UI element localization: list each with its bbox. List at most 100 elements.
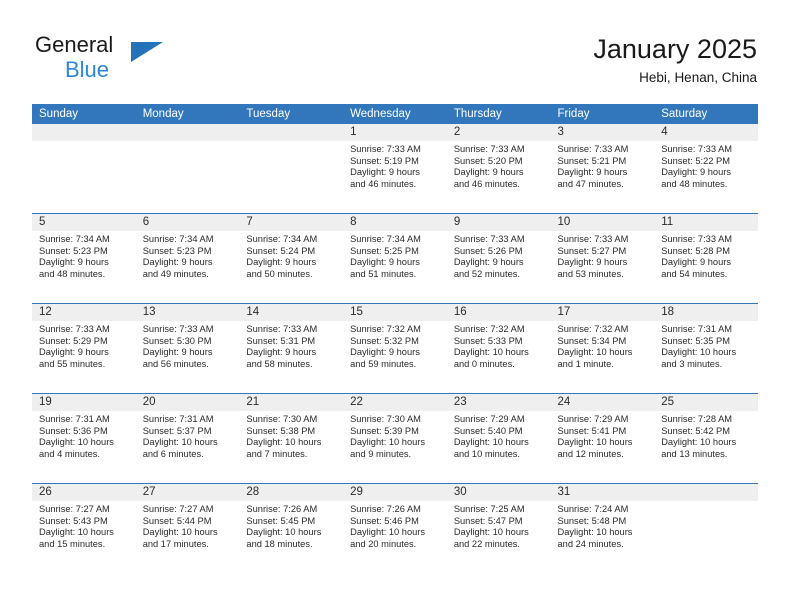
sunset-time: Sunset: 5:28 PM [661,245,730,256]
calendar-day-cell[interactable] [135,124,240,214]
daylight-minutes: and 9 minutes. [350,448,412,459]
calendar-day-cell[interactable]: 10 Sunrise: 7:33 AM Sunset: 5:27 PM Dayligh… [550,213,655,304]
day-sun-info: Sunrise: 7:33 AM Sunset: 5:19 PM Daylight:… [343,141,447,190]
day-cell-inner: 20 Sunrise: 7:31 AM Sunset: 5:37 PM Dayligh… [135,394,240,483]
sunset-time: Sunset: 5:31 PM [246,335,316,346]
day-sun-info: Sunrise: 7:32 AM Sunset: 5:34 PM Daylight:… [551,321,655,370]
calendar-day-cell[interactable]: 6 Sunrise: 7:34 AM Sunset: 5:23 PM Daylight… [135,213,240,304]
day-cell-inner: 26 Sunrise: 7:27 AM Sunset: 5:43 PM Dayligh… [32,484,136,573]
calendar-day-cell[interactable]: 14 Sunrise: 7:33 AM Sunset: 5:31 PM Dayligh… [239,303,344,394]
calendar-day-cell[interactable]: 28 Sunrise: 7:26 AM Sunset: 5:45 PM Dayligh… [239,483,344,573]
calendar-day-cell[interactable]: 8 Sunrise: 7:34 AM Sunset: 5:25 PM Daylight… [343,213,447,304]
calendar-day-cell[interactable]: 7 Sunrise: 7:34 AM Sunset: 5:24 PM Daylight… [239,213,344,304]
calendar-day-cell[interactable] [239,124,344,214]
calendar-body: 1 Sunrise: 7:33 AM Sunset: 5:19 PM Daylight… [32,124,758,573]
daylight-hours: Daylight: 10 hours [246,437,322,448]
day-sun-info: Sunrise: 7:30 AM Sunset: 5:38 PM Daylight:… [239,411,343,460]
calendar-day-cell[interactable]: 4 Sunrise: 7:33 AM Sunset: 5:22 PM Daylight… [654,124,758,214]
day-sun-info: Sunrise: 7:31 AM Sunset: 5:36 PM Daylight:… [32,411,136,460]
day-number: 20 [135,394,240,411]
calendar-day-cell[interactable]: 9 Sunrise: 7:33 AM Sunset: 5:26 PM Daylight… [446,213,551,304]
day-cell-inner: 13 Sunrise: 7:33 AM Sunset: 5:30 PM Dayligh… [135,304,240,393]
calendar-day-cell[interactable]: 23 Sunrise: 7:29 AM Sunset: 5:40 PM Dayligh… [446,393,551,484]
day-sun-info: Sunrise: 7:34 AM Sunset: 5:23 PM Daylight:… [32,231,136,280]
calendar-day-cell[interactable] [654,483,758,573]
calendar-day-cell[interactable]: 18 Sunrise: 7:31 AM Sunset: 5:35 PM Dayligh… [654,303,758,394]
daylight-hours: Daylight: 10 hours [557,527,633,538]
calendar-day-cell[interactable]: 3 Sunrise: 7:33 AM Sunset: 5:21 PM Daylight… [550,124,655,214]
daylight-hours: Daylight: 10 hours [557,437,633,448]
weekday-header-row: Sunday Monday Tuesday Wednesday Thursday… [32,104,758,124]
calendar-day-cell[interactable] [32,124,136,214]
sunrise-time: Sunrise: 7:33 AM [557,234,629,244]
calendar-day-cell[interactable]: 13 Sunrise: 7:33 AM Sunset: 5:30 PM Dayligh… [135,303,240,394]
calendar-day-cell[interactable]: 19 Sunrise: 7:31 AM Sunset: 5:36 PM Dayligh… [32,393,136,484]
sunset-time: Sunset: 5:35 PM [661,335,730,346]
daylight-minutes: and 50 minutes. [246,268,313,279]
daylight-hours: Daylight: 10 hours [39,437,114,448]
daylight-hours: Daylight: 10 hours [350,437,426,448]
day-sun-info: Sunrise: 7:29 AM Sunset: 5:41 PM Daylight:… [551,411,655,460]
daylight-hours: Daylight: 9 hours [350,257,420,268]
calendar-day-cell[interactable]: 31 Sunrise: 7:24 AM Sunset: 5:48 PM Dayligh… [550,483,655,573]
day-cell-inner: 4 Sunrise: 7:33 AM Sunset: 5:22 PM Daylight… [654,124,758,213]
day-cell-inner: 9 Sunrise: 7:33 AM Sunset: 5:26 PM Daylight… [446,214,551,303]
daylight-minutes: and 53 minutes. [557,268,624,279]
calendar-day-cell[interactable]: 30 Sunrise: 7:25 AM Sunset: 5:47 PM Dayligh… [446,483,551,573]
day-number: 23 [446,394,551,411]
calendar-day-cell[interactable]: 25 Sunrise: 7:28 AM Sunset: 5:42 PM Dayligh… [654,393,758,484]
calendar-day-cell[interactable]: 26 Sunrise: 7:27 AM Sunset: 5:43 PM Dayligh… [32,483,136,573]
day-sun-info: Sunrise: 7:26 AM Sunset: 5:46 PM Daylight:… [343,501,447,550]
day-sun-info: Sunrise: 7:34 AM Sunset: 5:25 PM Daylight:… [343,231,447,280]
sunset-time: Sunset: 5:25 PM [350,245,419,256]
calendar-day-cell[interactable]: 17 Sunrise: 7:32 AM Sunset: 5:34 PM Dayligh… [550,303,655,394]
daylight-minutes: and 1 minute. [557,358,614,369]
day-cell-inner [654,484,758,573]
calendar-day-cell[interactable]: 5 Sunrise: 7:34 AM Sunset: 5:23 PM Daylight… [32,213,136,304]
calendar-day-cell[interactable]: 24 Sunrise: 7:29 AM Sunset: 5:41 PM Dayligh… [550,393,655,484]
daylight-hours: Daylight: 9 hours [246,257,317,268]
daylight-minutes: and 48 minutes. [661,178,728,189]
day-cell-inner: 29 Sunrise: 7:26 AM Sunset: 5:46 PM Dayligh… [343,484,447,573]
calendar-day-cell[interactable]: 11 Sunrise: 7:33 AM Sunset: 5:28 PM Dayligh… [654,213,758,304]
daylight-hours: Daylight: 9 hours [142,347,213,358]
sunset-time: Sunset: 5:44 PM [142,515,212,526]
daylight-minutes: and 18 minutes. [246,538,313,549]
calendar-page: General Blue January 2025 Hebi, Henan, C… [0,0,792,612]
daylight-hours: Daylight: 10 hours [350,527,426,538]
calendar-day-cell[interactable]: 27 Sunrise: 7:27 AM Sunset: 5:44 PM Dayligh… [135,483,240,573]
daylight-hours: Daylight: 9 hours [350,347,420,358]
daylight-minutes: and 51 minutes. [350,268,417,279]
generalblue-logo[interactable]: General Blue [35,32,265,90]
sunrise-time: Sunrise: 7:27 AM [39,504,110,514]
weekday-header-saturday: Saturday [654,104,758,124]
day-cell-inner: 25 Sunrise: 7:28 AM Sunset: 5:42 PM Dayligh… [654,394,758,483]
calendar-day-cell[interactable]: 29 Sunrise: 7:26 AM Sunset: 5:46 PM Dayligh… [343,483,447,573]
calendar-day-cell[interactable]: 20 Sunrise: 7:31 AM Sunset: 5:37 PM Dayligh… [135,393,240,484]
day-cell-inner: 22 Sunrise: 7:30 AM Sunset: 5:39 PM Dayligh… [343,394,447,483]
daylight-hours: Daylight: 9 hours [557,257,628,268]
daylight-hours: Daylight: 9 hours [39,257,109,268]
sunrise-time: Sunrise: 7:33 AM [557,144,629,154]
day-cell-inner: 2 Sunrise: 7:33 AM Sunset: 5:20 PM Daylight… [446,124,551,213]
daylight-minutes: and 54 minutes. [661,268,728,279]
daylight-hours: Daylight: 10 hours [142,527,218,538]
calendar-day-cell[interactable]: 15 Sunrise: 7:32 AM Sunset: 5:32 PM Dayligh… [343,303,447,394]
calendar-day-cell[interactable]: 22 Sunrise: 7:30 AM Sunset: 5:39 PM Dayligh… [343,393,447,484]
day-sun-info: Sunrise: 7:31 AM Sunset: 5:37 PM Daylight:… [136,411,240,460]
daylight-hours: Daylight: 10 hours [661,347,737,358]
calendar-day-cell[interactable]: 21 Sunrise: 7:30 AM Sunset: 5:38 PM Dayligh… [239,393,344,484]
sunset-time: Sunset: 5:48 PM [557,515,627,526]
day-number: 18 [654,304,758,321]
daylight-hours: Daylight: 10 hours [246,527,322,538]
sunset-time: Sunset: 5:20 PM [453,155,523,166]
sunset-time: Sunset: 5:45 PM [246,515,316,526]
calendar-day-cell[interactable]: 16 Sunrise: 7:32 AM Sunset: 5:33 PM Dayligh… [446,303,551,394]
sunset-time: Sunset: 5:29 PM [39,335,108,346]
daylight-hours: Daylight: 9 hours [246,347,317,358]
calendar-header-row: Sunday Monday Tuesday Wednesday Thursday… [32,104,758,124]
calendar-day-cell[interactable]: 1 Sunrise: 7:33 AM Sunset: 5:19 PM Daylight… [343,124,447,214]
calendar-day-cell[interactable]: 2 Sunrise: 7:33 AM Sunset: 5:20 PM Daylight… [446,124,551,214]
day-number: 17 [550,304,655,321]
calendar-day-cell[interactable]: 12 Sunrise: 7:33 AM Sunset: 5:29 PM Dayligh… [32,303,136,394]
